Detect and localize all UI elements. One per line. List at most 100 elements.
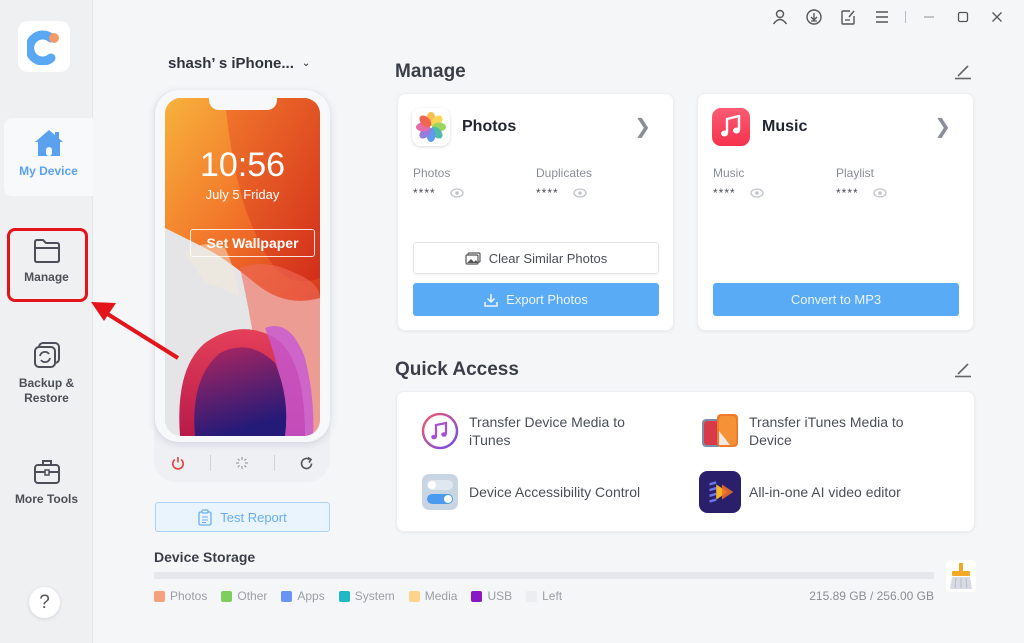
minimize-icon [924, 16, 934, 18]
toolbox-icon [33, 460, 60, 484]
maximize-button[interactable] [946, 5, 980, 29]
legend-label: Left [542, 589, 563, 603]
home-icon [34, 130, 63, 156]
chevron-down-icon: ⌄ [301, 58, 311, 69]
minimize-button[interactable] [912, 5, 946, 29]
power-button[interactable] [163, 451, 193, 475]
stat-label: Music [713, 166, 745, 180]
stat-duplicates: Duplicates **** [536, 166, 592, 200]
edit-quick-access-button[interactable] [952, 359, 974, 381]
quick-access-item[interactable]: Transfer iTunes Media to Device [699, 410, 949, 452]
button-label: Export Photos [506, 292, 588, 307]
stat-playlist: Playlist **** [836, 166, 887, 200]
device-selector[interactable]: shash’ s iPhone... ⌄ [168, 55, 310, 72]
sidebar-item-label: More Tools [14, 492, 79, 506]
chevron-right-icon[interactable]: ❯ [934, 114, 951, 139]
sidebar-item-manage[interactable]: Manage [0, 238, 93, 285]
loading-button[interactable] [227, 451, 257, 475]
manage-title: Manage [395, 61, 466, 82]
sidebar-item-my-device[interactable]: My Device [4, 118, 93, 196]
device-storage-title: Device Storage [154, 549, 256, 565]
quick-access-item[interactable]: Transfer Device Media to iTunes [419, 410, 669, 452]
phone-preview: 10:56 July 5 Friday Set Wallpaper [155, 90, 330, 442]
user-icon [772, 9, 788, 25]
sidebar: My Device Manage Backup & Restore More To… [0, 0, 93, 643]
storage-bar [154, 572, 934, 579]
loading-icon [236, 457, 249, 469]
stat-value: **** [836, 186, 859, 200]
legend-item-photos: Photos [154, 589, 207, 603]
quick-access-label: Transfer iTunes Media to Device [749, 414, 904, 448]
music-card-header[interactable]: Music [712, 108, 807, 146]
maximize-icon [957, 11, 969, 23]
legend-item-other: Other [221, 589, 267, 603]
legend-label: USB [487, 589, 513, 603]
photos-flower-icon [416, 112, 446, 142]
export-photos-button[interactable]: Export Photos [413, 283, 659, 316]
test-report-button[interactable]: Test Report [155, 502, 330, 532]
test-report-label: Test Report [220, 509, 287, 525]
title-bar [763, 5, 1014, 29]
help-button[interactable]: ? [29, 587, 60, 618]
phone-screen: 10:56 July 5 Friday Set Wallpaper [165, 98, 320, 436]
export-icon [484, 293, 498, 307]
quick-access-label: Transfer Device Media to iTunes [469, 414, 625, 448]
label-line-2: Restore [24, 391, 69, 405]
download-button[interactable] [797, 5, 831, 29]
legend-label: System [354, 589, 395, 603]
convert-to-mp3-button[interactable]: Convert to MP3 [713, 283, 959, 316]
clean-storage-button[interactable] [946, 560, 976, 592]
app-logo [18, 21, 70, 72]
similar-photos-icon [465, 251, 481, 265]
power-icon [172, 457, 185, 470]
close-button[interactable] [980, 5, 1014, 29]
stat-label: Duplicates [536, 166, 593, 180]
quick-access-card: Transfer Device Media to iTunes Transfer… [396, 391, 975, 532]
feedback-icon [841, 10, 855, 25]
music-card: Music ❯ Music **** Playlist **** Convert… [697, 93, 974, 331]
storage-usage: 215.89 GB / 256.00 GB [809, 589, 934, 603]
set-wallpaper-button[interactable]: Set Wallpaper [190, 229, 315, 257]
legend-swatch [154, 590, 165, 602]
photos-card-header[interactable]: Photos [412, 108, 516, 146]
legend-item-left: Left [526, 589, 562, 603]
folder-icon [33, 239, 60, 263]
download-icon [806, 9, 822, 25]
legend-swatch [526, 590, 538, 602]
refresh-icon [300, 456, 313, 469]
legend-item-media: Media [408, 589, 457, 603]
menu-icon [876, 11, 888, 23]
eye-icon[interactable] [750, 188, 764, 198]
phones-icon [699, 410, 741, 452]
eye-icon[interactable] [573, 188, 587, 198]
broom-icon [950, 563, 972, 589]
title-bar-separator [905, 11, 906, 23]
legend-swatch [471, 590, 483, 602]
edit-manage-button[interactable] [952, 61, 974, 83]
sidebar-item-label: My Device [19, 164, 78, 178]
legend-label: Other [237, 589, 268, 603]
sidebar-item-backup-restore[interactable]: Backup & Restore [0, 340, 93, 406]
phone-controls [155, 448, 330, 478]
legend-swatch [338, 590, 350, 602]
music-card-title: Music [762, 118, 808, 135]
clear-similar-photos-button[interactable]: Clear Similar Photos [413, 242, 659, 274]
feedback-button[interactable] [831, 5, 865, 29]
sidebar-item-more-tools[interactable]: More Tools [0, 458, 93, 507]
eye-icon[interactable] [450, 188, 464, 198]
clipboard-icon [198, 508, 212, 526]
eye-icon[interactable] [873, 188, 887, 198]
legend-item-apps: Apps [281, 589, 325, 603]
stat-label: Playlist [836, 166, 875, 180]
account-button[interactable] [763, 5, 797, 29]
help-icon: ? [39, 591, 50, 613]
phone-notch [209, 98, 277, 110]
legend-item-system: System [338, 589, 395, 603]
quick-access-item[interactable]: Device Accessibility Control [419, 471, 669, 513]
menu-button[interactable] [865, 5, 899, 29]
stat-label: Photos [413, 166, 451, 180]
toggle-icon [419, 471, 461, 513]
quick-access-item[interactable]: All-in-one AI video editor [699, 471, 949, 513]
refresh-button[interactable] [292, 451, 322, 475]
chevron-right-icon[interactable]: ❯ [634, 114, 651, 139]
